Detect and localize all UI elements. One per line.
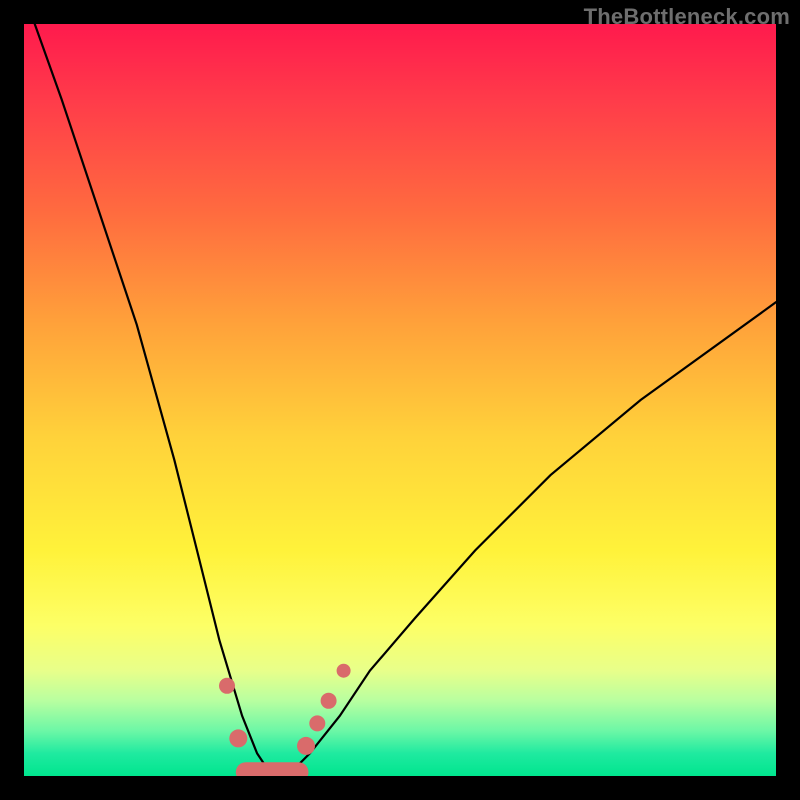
chart-svg xyxy=(24,24,776,776)
bottleneck-curve xyxy=(24,24,776,776)
watermark-text: TheBottleneck.com xyxy=(584,4,790,30)
curve-marker-dot xyxy=(297,737,315,755)
curve-marker-dot xyxy=(309,715,325,731)
curve-marker-dot xyxy=(321,693,337,709)
curve-marker-dot xyxy=(337,664,351,678)
curve-markers xyxy=(219,664,351,755)
curve-marker-dot xyxy=(229,729,247,747)
chart-plot-area xyxy=(24,24,776,776)
curve-marker-dot xyxy=(219,678,235,694)
